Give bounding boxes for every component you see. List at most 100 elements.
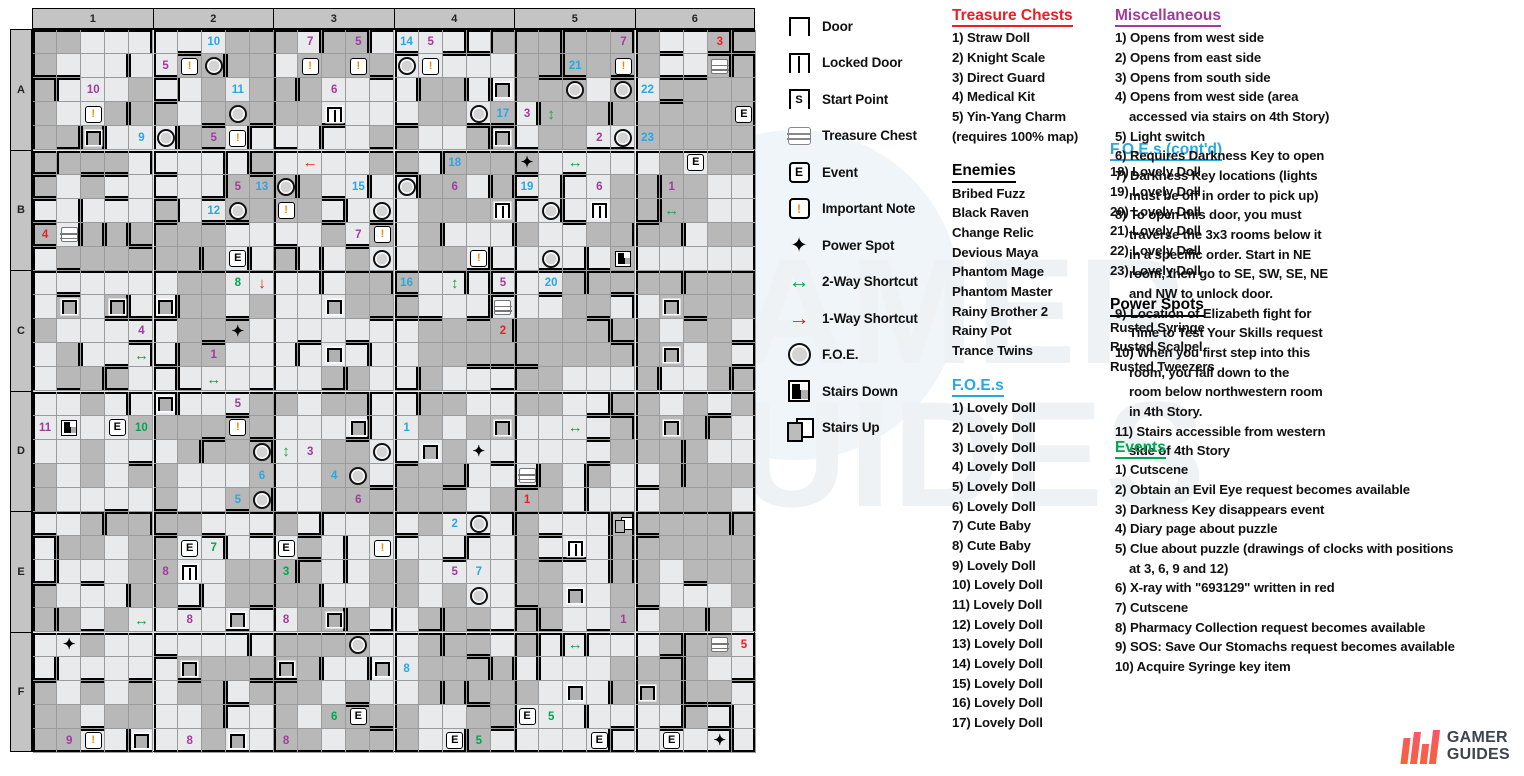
foe-icon[interactable] [226, 102, 250, 126]
map-cell[interactable] [370, 367, 395, 392]
important-note-icon[interactable]: ! [467, 247, 491, 271]
map-cell[interactable] [635, 246, 660, 271]
map-cell[interactable] [81, 704, 106, 729]
map-cell[interactable] [201, 463, 226, 488]
door-icon[interactable] [226, 729, 250, 753]
map-cell[interactable] [515, 78, 540, 103]
map-cell[interactable] [81, 30, 106, 55]
map-cell[interactable] [201, 487, 226, 512]
map-cell[interactable] [659, 632, 684, 657]
map-cell[interactable] [490, 439, 515, 464]
stairs-up-icon[interactable] [611, 512, 635, 536]
map-cell[interactable] [731, 78, 756, 103]
map-cell[interactable] [346, 150, 371, 175]
map-cell[interactable] [635, 150, 660, 175]
map-cell[interactable] [298, 415, 323, 440]
map-cell[interactable] [539, 415, 564, 440]
map-cell[interactable] [274, 295, 299, 320]
map-cell[interactable] [153, 680, 178, 705]
map-cell[interactable] [346, 319, 371, 344]
two-way-shortcut-icon[interactable]: ↔ [129, 343, 153, 367]
two-way-shortcut-icon[interactable]: ↔ [202, 367, 226, 391]
map-cell[interactable] [466, 391, 491, 416]
map-cell[interactable] [57, 391, 82, 416]
map-cell[interactable] [418, 367, 443, 392]
map-cell[interactable] [33, 126, 58, 151]
map-cell[interactable] [611, 704, 636, 729]
map-cell[interactable] [611, 728, 636, 753]
map-cell[interactable] [418, 536, 443, 561]
door-icon[interactable] [491, 78, 515, 102]
map-cell[interactable] [153, 536, 178, 561]
map-cell[interactable] [515, 246, 540, 271]
map-cell[interactable] [707, 415, 732, 440]
map-cell[interactable] [394, 246, 419, 271]
map-cell[interactable] [683, 391, 708, 416]
map-cell[interactable] [418, 704, 443, 729]
map-cell[interactable] [225, 584, 250, 609]
map-cell[interactable] [659, 536, 684, 561]
map-cell[interactable] [249, 367, 274, 392]
map-cell[interactable] [563, 319, 588, 344]
map-cell[interactable] [635, 608, 660, 633]
map-cell[interactable] [707, 295, 732, 320]
map-cell[interactable] [515, 54, 540, 79]
event-icon[interactable]: E [660, 729, 684, 753]
map-cell[interactable] [129, 295, 154, 320]
map-cell[interactable] [201, 680, 226, 705]
map-cell[interactable] [587, 463, 612, 488]
map-cell[interactable] [298, 102, 323, 127]
map-cell[interactable] [105, 704, 130, 729]
map-cell[interactable] [683, 198, 708, 223]
map-cell[interactable] [515, 680, 540, 705]
map-cell[interactable] [587, 222, 612, 247]
map-cell[interactable] [346, 680, 371, 705]
map-cell[interactable] [57, 367, 82, 392]
map-cell[interactable] [683, 222, 708, 247]
map-cell[interactable] [490, 30, 515, 55]
map-cell[interactable] [177, 415, 202, 440]
two-way-shortcut-icon[interactable]: ↔ [660, 199, 684, 223]
map-cell[interactable] [322, 246, 347, 271]
map-cell[interactable] [466, 174, 491, 199]
map-cell[interactable] [249, 728, 274, 753]
treasure-chest-icon[interactable] [708, 54, 732, 78]
foe-icon[interactable] [370, 247, 394, 271]
map-cell[interactable] [81, 632, 106, 657]
power-spot-icon[interactable]: ✦ [708, 729, 732, 753]
map-cell[interactable] [394, 78, 419, 103]
map-cell[interactable] [394, 367, 419, 392]
map-cell[interactable] [346, 560, 371, 585]
map-cell[interactable] [177, 343, 202, 368]
map-cell[interactable] [33, 536, 58, 561]
map-cell[interactable] [418, 78, 443, 103]
map-cell[interactable] [225, 704, 250, 729]
map-cell[interactable] [129, 656, 154, 681]
map-cell[interactable] [442, 463, 467, 488]
door-icon[interactable] [370, 657, 394, 681]
map-cell[interactable] [177, 463, 202, 488]
map-cell[interactable] [707, 704, 732, 729]
map-cell[interactable] [635, 271, 660, 296]
map-cell[interactable] [707, 319, 732, 344]
map-cell[interactable] [466, 343, 491, 368]
map-cell[interactable] [731, 30, 756, 55]
map-cell[interactable] [587, 415, 612, 440]
map-cell[interactable] [611, 584, 636, 609]
map-cell[interactable] [105, 367, 130, 392]
map-cell[interactable] [346, 271, 371, 296]
map-cell[interactable] [635, 512, 660, 537]
map-cell[interactable] [394, 150, 419, 175]
map-cell[interactable] [322, 126, 347, 151]
map-cell[interactable] [57, 198, 82, 223]
map-cell[interactable] [418, 295, 443, 320]
door-icon[interactable] [660, 295, 684, 319]
map-cell[interactable] [418, 632, 443, 657]
map-cell[interactable] [274, 102, 299, 127]
important-note-icon[interactable]: ! [611, 54, 635, 78]
map-cell[interactable] [442, 391, 467, 416]
map-cell[interactable] [394, 295, 419, 320]
map-cell[interactable] [659, 271, 684, 296]
map-cell[interactable] [539, 126, 564, 151]
map-cell[interactable] [225, 439, 250, 464]
